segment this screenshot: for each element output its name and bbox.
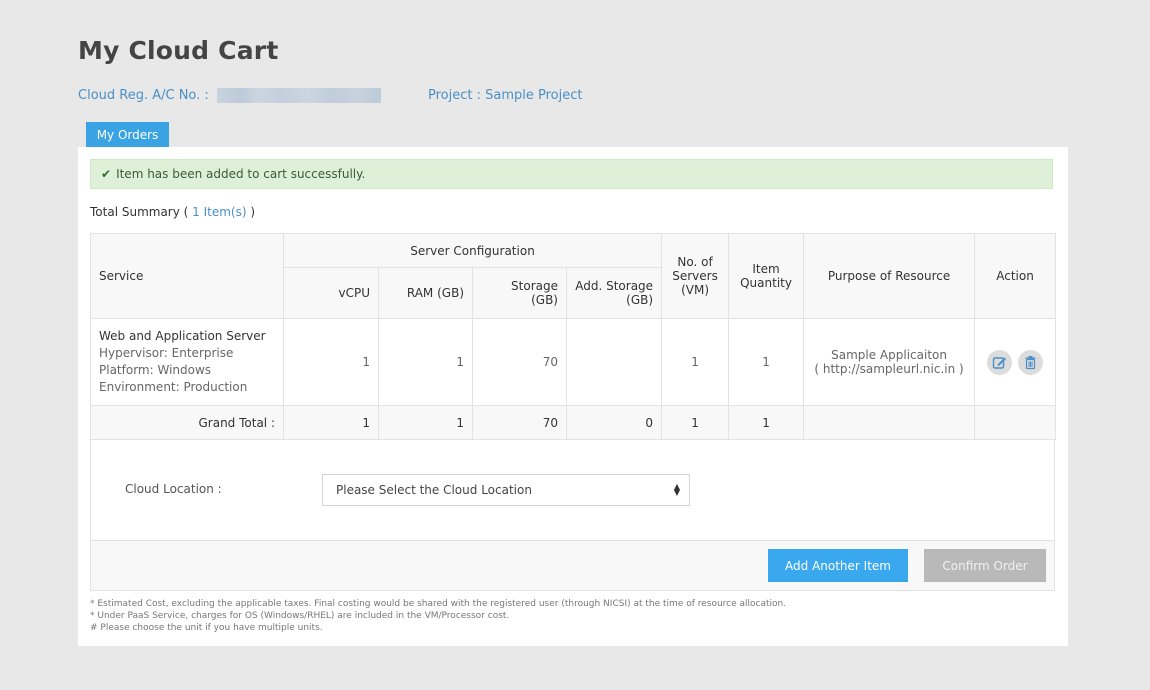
check-icon: ✔ (101, 167, 112, 181)
summary-label: Total Summary ( (90, 205, 189, 219)
header-storage: Storage (GB) (472, 267, 567, 319)
footnote: # Please choose the unit if you have mul… (90, 623, 323, 633)
service-platform: Platform: Windows (99, 362, 212, 377)
total-servers: 1 (661, 405, 730, 440)
summary-close: ) (250, 205, 256, 219)
footnote: * Under PaaS Service, charges for OS (Wi… (90, 611, 510, 621)
total-storage: 70 (472, 405, 567, 440)
header-purpose: Purpose of Resource (803, 233, 976, 319)
total-quantity: 1 (728, 405, 805, 440)
purpose-name: Sample Applicaiton (831, 348, 947, 362)
header-servers: No. of Servers (VM) (661, 233, 730, 319)
delete-button[interactable] (1017, 349, 1043, 375)
total-vcpu: 1 (283, 405, 379, 440)
cart-table: Service Server Configuration No. of Serv… (90, 233, 1057, 440)
page-title: My Cloud Cart (78, 36, 279, 65)
cloud-reg-label: Cloud Reg. A/C No. : (78, 88, 209, 103)
cloud-location-label: Cloud Location : (125, 482, 222, 496)
total-ram: 1 (378, 405, 473, 440)
grand-total-row: Grand Total : 1 1 70 0 1 1 (90, 405, 1057, 440)
footnotes: * Estimated Cost, excluding the applicab… (90, 598, 786, 634)
service-cell: Web and Application Server Hypervisor: E… (90, 318, 284, 406)
cell-servers: 1 (661, 318, 730, 406)
cell-purpose: Sample Applicaiton ( http://sampleurl.ni… (803, 318, 976, 406)
cloud-location-selected: Please Select the Cloud Location (336, 483, 532, 497)
success-alert: ✔ Item has been added to cart successful… (90, 159, 1053, 189)
cell-actions (974, 318, 1057, 406)
alert-message: Item has been added to cart successfully… (116, 167, 366, 181)
total-add-storage: 0 (565, 405, 663, 440)
add-another-item-button[interactable]: Add Another Item (768, 549, 908, 582)
trash-icon (1025, 355, 1036, 369)
service-environment: Environment: Production (99, 379, 248, 394)
header-action: Action (974, 233, 1057, 319)
edit-button[interactable] (987, 349, 1013, 375)
cell-vcpu: 1 (283, 318, 379, 406)
action-bar: Add Another Item Confirm Order (90, 540, 1055, 591)
cloud-location-select[interactable]: Please Select the Cloud Location ▲ ▼ (322, 474, 690, 506)
header-add-storage: Add. Storage (GB) (565, 267, 663, 319)
header-vcpu: vCPU (283, 267, 379, 319)
cell-ram: 1 (378, 318, 473, 406)
service-name: Web and Application Server (99, 328, 266, 343)
service-hypervisor: Hypervisor: Enterprise (99, 345, 234, 360)
redacted-account-number (216, 88, 381, 103)
total-summary: Total Summary ( 1 Item(s) ) (90, 205, 255, 219)
cloud-location-row: Cloud Location : Please Select the Cloud… (90, 440, 1055, 541)
tab-my-orders[interactable]: My Orders (86, 122, 169, 147)
project-label: Project : Sample Project (428, 88, 583, 103)
cell-quantity: 1 (728, 318, 805, 406)
cloud-reg-account: Cloud Reg. A/C No. : (78, 88, 381, 103)
edit-icon (992, 356, 1007, 369)
cell-add-storage (565, 318, 663, 406)
summary-count[interactable]: 1 Item(s) (192, 205, 246, 219)
purpose-url: ( http://sampleurl.nic.in ) (814, 362, 964, 376)
cart-panel: ✔ Item has been added to cart successful… (78, 147, 1068, 646)
header-server-configuration: Server Configuration (282, 233, 663, 268)
table-row: Web and Application Server Hypervisor: E… (90, 318, 1057, 406)
confirm-order-button[interactable]: Confirm Order (924, 549, 1046, 582)
header-quantity: Item Quantity (728, 233, 805, 319)
header-service: Service (90, 233, 284, 319)
grand-total-label: Grand Total : (90, 405, 284, 440)
footnote: * Estimated Cost, excluding the applicab… (90, 599, 787, 609)
total-purpose-empty (803, 405, 976, 440)
header-ram: RAM (GB) (378, 267, 473, 319)
select-arrows-icon: ▲ ▼ (673, 482, 680, 497)
cell-storage: 70 (472, 318, 567, 406)
total-action-empty (974, 405, 1057, 440)
